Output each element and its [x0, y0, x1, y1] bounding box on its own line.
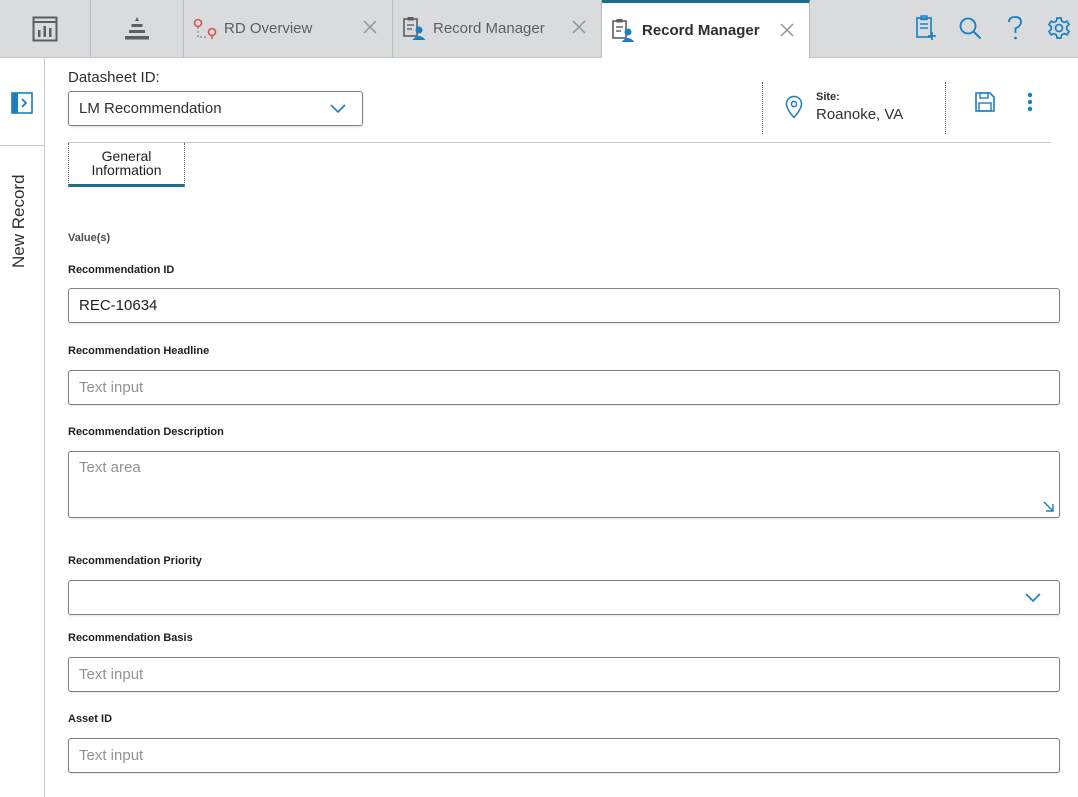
site-indicator[interactable]: Site: Roanoke, VA [762, 82, 946, 134]
save-icon[interactable] [974, 91, 996, 113]
recommendation-priority-label: Recommendation Priority [68, 555, 202, 567]
site-value: Roanoke, VA [816, 106, 904, 123]
datasheet-id-select[interactable]: LM Recommendation [68, 91, 363, 126]
close-icon[interactable] [779, 22, 795, 38]
asset-hierarchy-tab[interactable] [91, 0, 184, 57]
new-record-rail-label[interactable]: New Record [9, 174, 29, 268]
asset-id-input[interactable] [68, 738, 1060, 773]
recommendation-description-label: Recommendation Description [68, 426, 224, 438]
help-icon [1008, 16, 1022, 40]
asset-id-label: Asset ID [68, 713, 113, 725]
clipboard-add-icon [916, 15, 936, 40]
search-icon [959, 17, 982, 40]
recommendation-basis-input[interactable] [68, 657, 1060, 692]
tab-record-manager[interactable]: Record Manager [393, 0, 602, 57]
top-tab-bar: RD Overview Record Manager Record Manage… [0, 0, 1078, 58]
tab-label: Record Manager [433, 20, 545, 37]
site-label: Site: [816, 91, 840, 103]
values-heading: Value(s) [68, 232, 111, 244]
recommendation-headline-input[interactable] [68, 370, 1060, 405]
dashboard-tab[interactable] [0, 0, 91, 57]
resize-handle-icon[interactable] [1043, 501, 1055, 513]
record-manager-icon [403, 16, 426, 40]
close-icon[interactable] [571, 19, 587, 35]
close-icon[interactable] [362, 19, 378, 35]
recommendation-description-textarea[interactable] [68, 451, 1060, 518]
tab-label: Record Manager [642, 22, 760, 39]
record-manager-icon [612, 18, 635, 42]
tab-general-information[interactable]: General Information [68, 143, 185, 187]
gear-icon [1047, 17, 1071, 39]
datasheet-id-label: Datasheet ID: [68, 69, 160, 86]
recommendation-id-input[interactable] [68, 288, 1060, 323]
rail-divider [0, 145, 44, 146]
datasheet-id-value: LM Recommendation [79, 100, 222, 117]
tab-rd-overview[interactable]: RD Overview [184, 0, 393, 57]
recommendation-headline-label: Recommendation Headline [68, 345, 210, 357]
header-divider [68, 142, 1051, 143]
tab-label: RD Overview [224, 20, 313, 37]
location-pin-icon [785, 95, 803, 119]
chevron-down-icon [1025, 593, 1041, 603]
rd-overview-icon [193, 18, 217, 39]
new-record-button[interactable] [911, 13, 941, 43]
dashboard-icon [32, 16, 58, 41]
hierarchy-pyramid-icon [125, 16, 149, 39]
left-rail: New Record [0, 58, 45, 797]
recommendation-priority-select[interactable] [68, 580, 1060, 615]
settings-button[interactable] [1044, 13, 1074, 43]
tab-record-manager-active[interactable]: Record Manager [602, 0, 810, 58]
chevron-down-icon [330, 104, 346, 114]
recommendation-id-label: Recommendation ID [68, 264, 175, 276]
more-options-icon[interactable] [1020, 91, 1040, 113]
expand-panel-icon[interactable] [11, 92, 33, 114]
search-button[interactable] [955, 13, 985, 43]
recommendation-basis-label: Recommendation Basis [68, 632, 193, 644]
help-button[interactable] [1000, 13, 1030, 43]
